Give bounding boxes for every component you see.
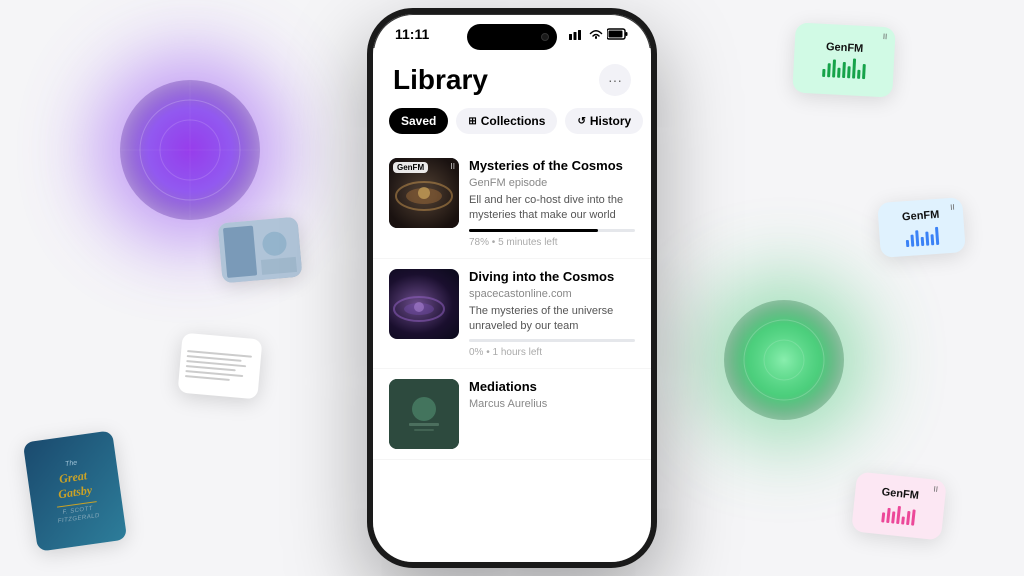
signal-icon	[569, 28, 585, 40]
item-source-1: GenFM episode	[469, 177, 635, 189]
app-content: Library ··· Saved ⊞ Collections ↺ Histor…	[373, 48, 651, 562]
genfm-card-mid-right: II GenFM	[877, 197, 966, 258]
item-meta-1: 78% • 5 minutes left	[469, 237, 635, 248]
status-icons	[569, 28, 629, 40]
book-card: The GreatGatsby F. Scott Fitzgerald	[23, 430, 127, 551]
tab-bar: Saved ⊞ Collections ↺ History	[373, 108, 651, 148]
item-source-2: spacecastonline.com	[469, 288, 635, 300]
genfm-label-2: GenFM	[902, 208, 940, 223]
purple-spiral-icon	[110, 70, 270, 230]
collections-grid-icon: ⊞	[468, 116, 476, 127]
list-item-2[interactable]: Diving into the Cosmos spacecastonline.c…	[373, 259, 651, 370]
battery-icon	[607, 28, 629, 40]
photo-card	[218, 217, 303, 284]
tab-history-label: History	[590, 114, 631, 128]
item-info-2: Diving into the Cosmos spacecastonline.c…	[469, 269, 635, 359]
meditation-image	[389, 379, 459, 449]
item-desc-2: The mysteries of the universe unraveled …	[469, 304, 635, 335]
waveform-bars-3	[881, 502, 916, 525]
progress-fill-1	[469, 229, 598, 232]
pause-badge-1: II	[451, 162, 455, 171]
item-thumb-3	[389, 379, 459, 449]
waveform-bars-2	[905, 224, 939, 246]
item-thumb-1: GenFM II	[389, 158, 459, 228]
purple-blob	[100, 60, 280, 240]
pause-icon: II	[883, 32, 888, 41]
progress-bar-2	[469, 339, 635, 342]
history-clock-icon: ↺	[577, 116, 585, 127]
library-title: Library	[393, 64, 488, 96]
green-blob	[704, 280, 864, 440]
tab-history[interactable]: ↺ History	[565, 108, 643, 134]
tab-saved-label: Saved	[401, 114, 436, 128]
library-header: Library ···	[373, 56, 651, 108]
more-button[interactable]: ···	[599, 64, 631, 96]
item-meta-2: 0% • 1 hours left	[469, 347, 635, 358]
list-item-1[interactable]: GenFM II Mysteries of the Cosmos GenFM e…	[373, 148, 651, 259]
green-spiral-icon	[714, 290, 854, 430]
list-item-3[interactable]: Mediations Marcus Aurelius	[373, 369, 651, 460]
genfm-card-bottom-right: II GenFM	[851, 471, 947, 540]
genfm-card-top-right: II GenFM	[792, 22, 896, 97]
item-title-3: Mediations	[469, 379, 635, 396]
wifi-icon	[589, 29, 603, 40]
tab-collections[interactable]: ⊞ Collections	[456, 108, 557, 134]
genfm-label-1: GenFM	[826, 41, 864, 55]
item-desc-1: Ell and her co-host dive into the myster…	[469, 193, 635, 224]
genfm-label-3: GenFM	[881, 486, 919, 502]
item-thumb-2	[389, 269, 459, 339]
cosmos-image-2	[389, 269, 459, 339]
tab-collections-label: Collections	[481, 114, 546, 128]
phone: 11:11	[367, 8, 657, 568]
item-info-1: Mysteries of the Cosmos GenFM episode El…	[469, 158, 635, 248]
status-time: 11:11	[395, 26, 429, 42]
phone-body: 11:11	[367, 8, 657, 568]
genfm-badge-1: GenFM	[393, 162, 428, 173]
item-title-1: Mysteries of the Cosmos	[469, 158, 635, 175]
tab-saved[interactable]: Saved	[389, 108, 448, 134]
pause-icon-2: II	[950, 203, 955, 212]
item-title-2: Diving into the Cosmos	[469, 269, 635, 286]
paper-card	[178, 333, 263, 400]
pause-icon-3: II	[933, 485, 938, 494]
dynamic-island	[467, 24, 557, 50]
progress-bar-1	[469, 229, 635, 232]
item-info-3: Mediations Marcus Aurelius	[469, 379, 635, 410]
item-source-3: Marcus Aurelius	[469, 398, 635, 410]
waveform-bars-1	[822, 57, 866, 79]
island-camera-dot	[541, 33, 549, 41]
